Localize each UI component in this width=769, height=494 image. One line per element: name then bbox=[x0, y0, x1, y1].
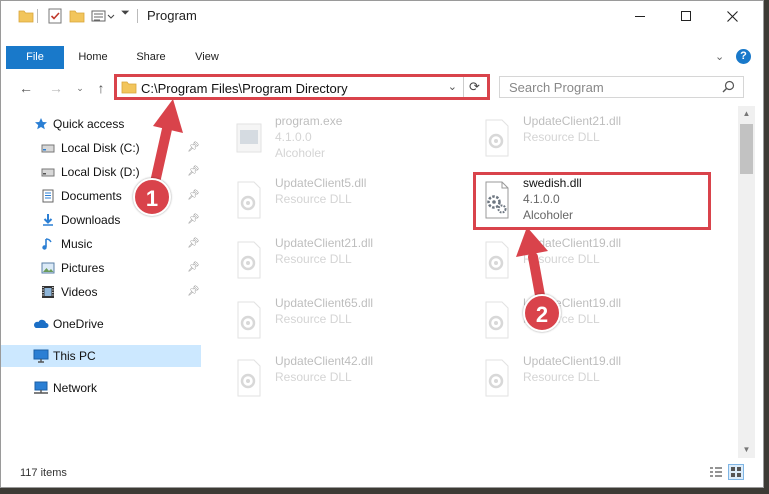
step-badge-1: 1 bbox=[133, 178, 171, 216]
annotation-arrows bbox=[149, 99, 548, 306]
explorer-window: ⏷ Program File Home Share View ⌄ ? ← → ⌄… bbox=[0, 0, 764, 488]
step-badge-2: 2 bbox=[523, 294, 561, 332]
annotation-arrowhead-2 bbox=[516, 227, 548, 257]
annotation-arrowhead-1 bbox=[153, 99, 183, 133]
